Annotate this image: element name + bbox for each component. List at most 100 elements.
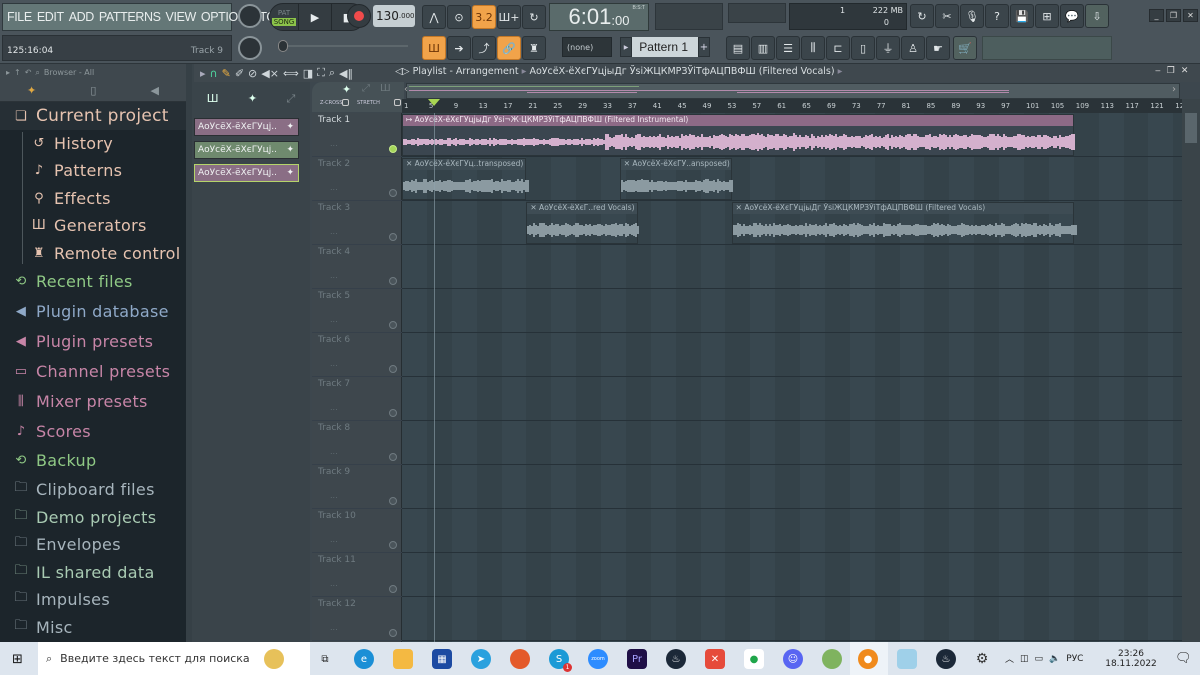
camera-icon[interactable]: ◫: [1020, 654, 1029, 664]
browser-button[interactable]: ⊏: [826, 36, 850, 60]
browser-menu-arrow[interactable]: ▸: [6, 68, 10, 78]
link-button[interactable]: 🔗: [497, 36, 521, 60]
track-mute-led[interactable]: [389, 585, 397, 593]
cortana-icon[interactable]: [264, 649, 284, 669]
wait-for-input-button[interactable]: ⊙: [447, 5, 471, 29]
track-header[interactable]: Track 11...: [312, 553, 402, 597]
metronome-button[interactable]: ⋀: [422, 5, 446, 29]
track-menu-dots[interactable]: ...: [330, 139, 338, 148]
menu-add[interactable]: ADD: [69, 10, 95, 24]
vertical-scrollbar[interactable]: [1182, 99, 1200, 643]
track-mute-led[interactable]: [389, 321, 397, 329]
browser-item-history[interactable]: ↺ History: [30, 134, 113, 153]
save-button[interactable]: 💾: [1010, 4, 1034, 28]
notepad-icon[interactable]: [897, 649, 917, 669]
current-clip-name[interactable]: АоУсёХ-ёХєГУцјыДг ЎѕіЖЦКМРЗЎіТфАЦПВФШ (F…: [529, 66, 834, 77]
volume-icon[interactable]: 🔈: [1049, 654, 1060, 664]
network-icon[interactable]: ▭: [1035, 654, 1044, 664]
touch-controller-button[interactable]: ♙: [901, 36, 925, 60]
track-menu-dots[interactable]: ...: [330, 403, 338, 412]
record-button[interactable]: [347, 4, 371, 28]
clip-title[interactable]: ↦ АоУсёХ-ёХєГУцјыДг Ўѕі¬Ж·ЦКМРЗЎіТфАЦПВФ…: [403, 115, 1073, 126]
zcross-checkbox[interactable]: [342, 99, 349, 106]
browser-item-mixer-presets[interactable]: ⫼ Mixer presets: [12, 392, 148, 411]
track-header[interactable]: Track 12...: [312, 597, 402, 641]
playlist-close-icon[interactable]: ✕: [1181, 66, 1189, 76]
audio-clip[interactable]: ✕ АоУсёХ-ёХєГ..red Vocals): [526, 202, 640, 244]
evernote-icon[interactable]: ●: [744, 649, 764, 669]
browser-tab-files[interactable]: ▯: [90, 84, 96, 97]
track-menu-dots[interactable]: ...: [330, 359, 338, 368]
delete-icon[interactable]: ⊘: [248, 67, 257, 80]
track-lane[interactable]: [402, 245, 1182, 289]
browser-item-generators[interactable]: Ш Generators: [30, 216, 147, 235]
track-lane[interactable]: [402, 377, 1182, 421]
picker-tab-audio[interactable]: ✦: [248, 92, 257, 112]
cut-button[interactable]: ✂: [935, 4, 959, 28]
select-icon[interactable]: ⛶: [317, 66, 325, 80]
track-header[interactable]: Track 9...: [312, 465, 402, 509]
stretch-checkbox[interactable]: [394, 99, 401, 106]
track-mute-led[interactable]: [389, 629, 397, 637]
record-audio-button[interactable]: 🎙: [960, 4, 984, 28]
picker-tab-automation[interactable]: ⤢: [286, 92, 295, 112]
browser-item-demo-projects[interactable]: 🗀 Demo projects: [12, 506, 156, 528]
browser-item-plugin-presets[interactable]: ◀ Plugin presets: [12, 332, 153, 351]
browser-item-effects[interactable]: ⚲ Effects: [30, 189, 111, 208]
zoom-icon[interactable]: ⌕: [329, 66, 335, 80]
track-menu-dots[interactable]: ...: [330, 447, 338, 456]
undo-history-button[interactable]: ↻: [910, 4, 934, 28]
task-view-icon[interactable]: ⧉: [315, 649, 335, 669]
browser-tab-plugins[interactable]: ◀: [150, 84, 158, 97]
track-menu-dots[interactable]: ...: [330, 227, 338, 236]
track-header[interactable]: Track 10...: [312, 509, 402, 553]
browser-item-patterns[interactable]: ♪ Patterns: [30, 161, 122, 180]
master-volume-knob[interactable]: [238, 4, 262, 28]
track-header[interactable]: Track 2...: [312, 157, 402, 201]
paint-icon[interactable]: ✐: [235, 67, 244, 80]
track-menu-dots[interactable]: ...: [330, 579, 338, 588]
browser-item-clipboard-files[interactable]: 🗀 Clipboard files: [12, 478, 155, 500]
pattern-name[interactable]: Pattern 1: [632, 37, 698, 57]
piano-roll-button[interactable]: ▥: [751, 36, 775, 60]
audio-clip[interactable]: ✕ АоУсёХ-ёХєГУ..ansposed): [619, 158, 733, 200]
playlist-overview-scrollbar[interactable]: [406, 83, 1180, 99]
track-header[interactable]: Track 3...: [312, 201, 402, 245]
plugin-picker-button[interactable]: ⏚: [876, 36, 900, 60]
audio-clip[interactable]: ✕ АоУсёХ-ёХєГУц..transposed): [402, 158, 529, 200]
track-mute-led[interactable]: [389, 233, 397, 241]
fl-studio-icon[interactable]: ●: [858, 649, 878, 669]
pattern-menu-arrow[interactable]: ▶: [620, 37, 632, 57]
windows-start-icon[interactable]: ⊞: [12, 652, 23, 667]
track-mute-led[interactable]: [389, 497, 397, 505]
track-lane[interactable]: [402, 289, 1182, 333]
help-button[interactable]: ?: [985, 4, 1009, 28]
browser-item-envelopes[interactable]: 🗀 Envelopes: [12, 533, 121, 555]
store-icon[interactable]: ▦: [432, 649, 452, 669]
playlist-restore-icon[interactable]: ❐: [1167, 66, 1175, 76]
browser-tab-audio[interactable]: ✦: [27, 84, 36, 97]
track-mute-led[interactable]: [389, 365, 397, 373]
browser-back-icon[interactable]: ↶: [25, 68, 32, 78]
track-header[interactable]: Track 1...: [312, 113, 402, 157]
track-menu-dots[interactable]: ...: [330, 535, 338, 544]
browser-item-scores[interactable]: ♪ Scores: [12, 422, 91, 441]
download-button[interactable]: ⇩: [1085, 4, 1109, 28]
shop-button[interactable]: 🛒: [953, 36, 977, 60]
slice-icon[interactable]: ◨: [303, 67, 313, 80]
automation-button[interactable]: ⤴: [472, 36, 496, 60]
master-pitch-knob[interactable]: [238, 36, 262, 60]
track-header[interactable]: Track 5...: [312, 289, 402, 333]
browser-item-plugin-database[interactable]: ◀ Plugin database: [12, 302, 169, 321]
scroll-thumb[interactable]: [1185, 113, 1197, 143]
add-pattern-button[interactable]: +: [698, 37, 710, 57]
playlist-grid[interactable]: ↦ АоУсёХ-ёХєГУцјыДг Ўѕі¬Ж·ЦКМРЗЎіТфАЦПВФ…: [402, 113, 1182, 643]
picker-tab-patterns[interactable]: Ш: [207, 92, 219, 112]
pencil-icon[interactable]: ✎: [222, 67, 231, 80]
tour-button[interactable]: ☛: [926, 36, 950, 60]
channel-rack-button[interactable]: ☰: [776, 36, 800, 60]
next-button[interactable]: ➔: [447, 36, 471, 60]
browser-item-backup[interactable]: ⟲ Backup: [12, 451, 96, 470]
zoom-icon[interactable]: zoom: [588, 649, 608, 669]
menu-patterns[interactable]: PATTERNS: [99, 10, 161, 24]
